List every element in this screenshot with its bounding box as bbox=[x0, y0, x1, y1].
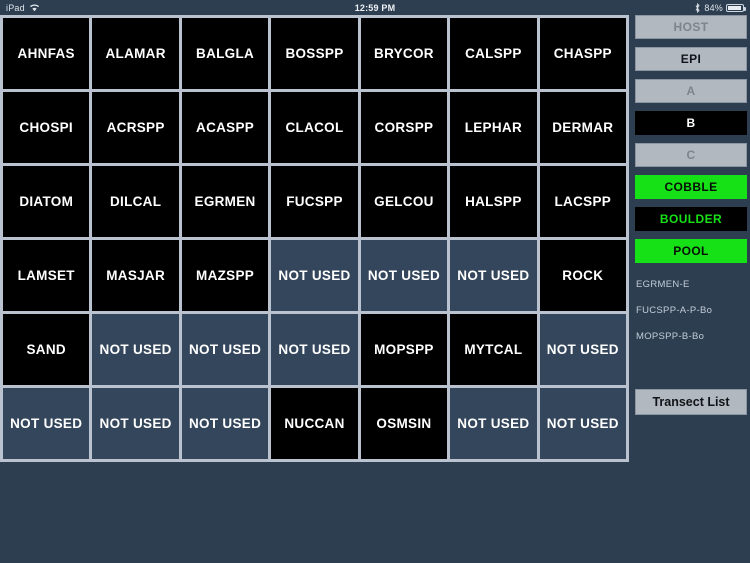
grid-cell-unused[interactable]: NOT USED bbox=[450, 240, 537, 311]
grid-cell[interactable]: MYTCAL bbox=[450, 314, 537, 385]
grid-cell[interactable]: ALAMAR bbox=[92, 18, 179, 89]
grid-cell[interactable]: AHNFAS bbox=[3, 18, 90, 89]
grid-cell-unused[interactable]: NOT USED bbox=[3, 388, 90, 459]
grid-cell-unused[interactable]: NOT USED bbox=[181, 388, 269, 459]
grid-cell[interactable]: LACSPP bbox=[539, 166, 626, 237]
record-list-item[interactable]: MOPSPP-B-Bo bbox=[636, 331, 750, 342]
grid-cell[interactable]: LAMSET bbox=[3, 240, 90, 311]
grid-cell-unused[interactable]: NOT USED bbox=[271, 314, 358, 385]
sidebar-button-a[interactable]: A bbox=[635, 79, 747, 103]
sidebar-button-group: HOST EPI A B C COBBLE BOULDER POOL bbox=[632, 15, 750, 263]
grid-cell[interactable]: CALSPP bbox=[450, 18, 537, 89]
species-grid: AHNFAS ALAMAR BALGLA BOSSPP BRYCOR CALSPP CHAS… bbox=[0, 15, 629, 462]
grid-cell[interactable]: HALSPP bbox=[450, 166, 537, 237]
grid-cell-unused[interactable]: NOT USED bbox=[92, 388, 179, 459]
battery-percent: 84% bbox=[704, 2, 723, 13]
grid-cell-unused[interactable]: NOT USED bbox=[450, 388, 537, 459]
grid-cell[interactable]: SAND bbox=[3, 314, 90, 385]
grid-cell[interactable]: MASJAR bbox=[92, 240, 179, 311]
record-list: EGRMEN-E FUCSPP-A-P-Bo MOPSPP-B-Bo bbox=[632, 271, 750, 342]
record-list-item[interactable]: EGRMEN-E bbox=[636, 279, 750, 290]
grid-cell[interactable]: ACASPP bbox=[181, 92, 269, 163]
grid-cell[interactable]: OSMSIN bbox=[360, 388, 448, 459]
grid-cell-unused[interactable]: NOT USED bbox=[271, 240, 358, 311]
grid-cell[interactable]: DERMAR bbox=[539, 92, 626, 163]
bluetooth-icon bbox=[695, 2, 700, 13]
grid-cell[interactable]: FUCSPP bbox=[271, 166, 358, 237]
status-bar-right: 84% bbox=[694, 2, 746, 13]
sidebar-button-pool[interactable]: POOL bbox=[635, 239, 747, 263]
grid-cell-unused[interactable]: NOT USED bbox=[181, 314, 269, 385]
grid-cell[interactable]: NUCCAN bbox=[271, 388, 358, 459]
battery-icon bbox=[726, 3, 746, 12]
sidebar-button-epi[interactable]: EPI bbox=[635, 47, 747, 71]
sidebar-button-b[interactable]: B bbox=[635, 111, 747, 135]
sidebar-button-c[interactable]: C bbox=[635, 143, 747, 167]
record-list-item[interactable]: FUCSPP-A-P-Bo bbox=[636, 305, 750, 316]
grid-cell[interactable]: GELCOU bbox=[360, 166, 448, 237]
grid-cell-unused[interactable]: NOT USED bbox=[539, 388, 626, 459]
grid-cell[interactable]: CLACOL bbox=[271, 92, 358, 163]
sidebar-button-cobble[interactable]: COBBLE bbox=[635, 175, 747, 199]
grid-cell[interactable]: DIATOM bbox=[3, 166, 90, 237]
grid-cell[interactable]: DILCAL bbox=[92, 166, 179, 237]
grid-cell[interactable]: MAZSPP bbox=[181, 240, 269, 311]
grid-cell[interactable]: LEPHAR bbox=[450, 92, 537, 163]
grid-cell-unused[interactable]: NOT USED bbox=[539, 314, 626, 385]
sidebar-button-host[interactable]: HOST bbox=[635, 15, 747, 39]
grid-cell[interactable]: ACRSPP bbox=[92, 92, 179, 163]
sidebar: HOST EPI A B C COBBLE BOULDER POOL EGRMEN-E FUCS… bbox=[632, 15, 750, 462]
grid-cell-unused[interactable]: NOT USED bbox=[360, 240, 448, 311]
grid-cell[interactable]: ROCK bbox=[539, 240, 626, 311]
clock: 12:59 PM bbox=[354, 2, 396, 13]
grid-cell[interactable]: BRYCOR bbox=[360, 18, 448, 89]
sidebar-button-boulder[interactable]: BOULDER bbox=[635, 207, 747, 231]
grid-cell[interactable]: BOSSPP bbox=[271, 18, 358, 89]
status-bar: iPad 12:59 PM 84% bbox=[0, 0, 750, 15]
grid-cell[interactable]: CHOSPI bbox=[3, 92, 90, 163]
grid-cell-unused[interactable]: NOT USED bbox=[92, 314, 179, 385]
grid-cell[interactable]: EGRMEN bbox=[181, 166, 269, 237]
grid-cell[interactable]: MOPSPP bbox=[360, 314, 448, 385]
grid-cell[interactable]: CHASPP bbox=[539, 18, 626, 89]
grid-cell[interactable]: CORSPP bbox=[360, 92, 448, 163]
transect-list-button[interactable]: Transect List bbox=[635, 389, 747, 415]
grid-cell[interactable]: BALGLA bbox=[181, 18, 269, 89]
bottom-toolbar: Home Review List 1 3 TRANS: 15 LOC: 2.75… bbox=[0, 463, 750, 563]
